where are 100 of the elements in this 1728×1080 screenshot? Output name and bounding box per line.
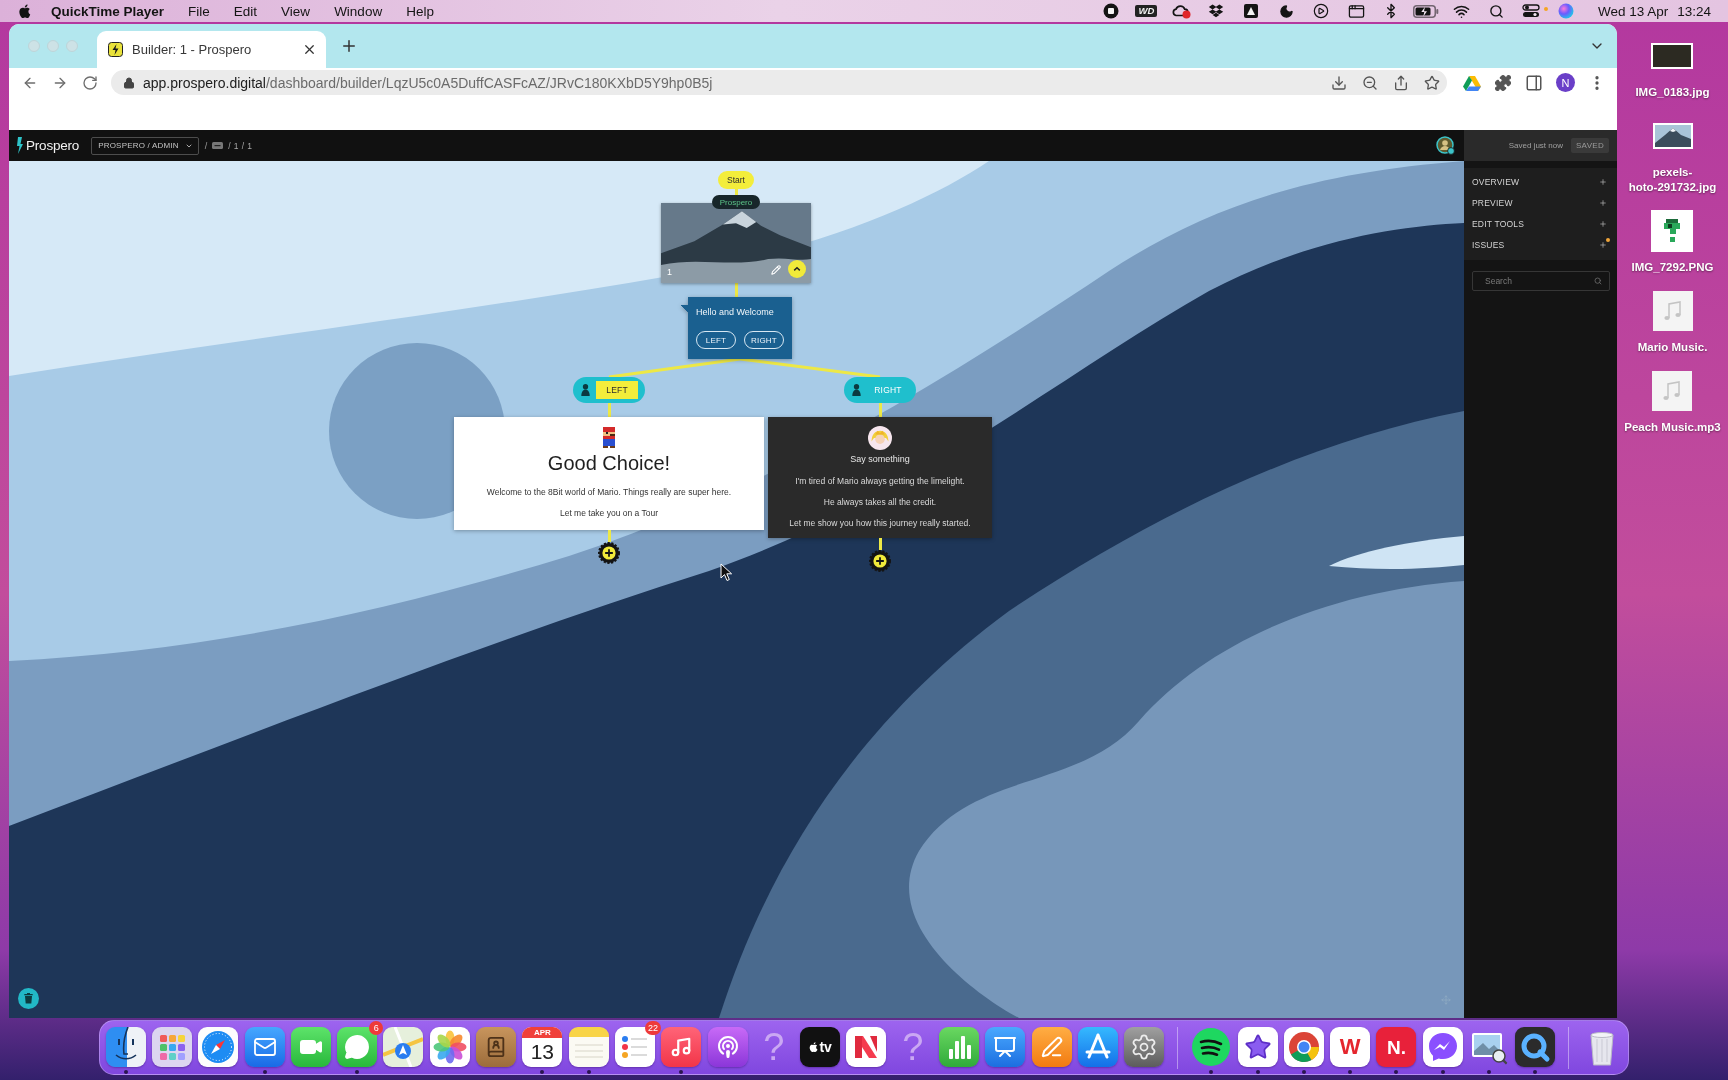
window-icon[interactable]	[1347, 2, 1365, 20]
caret-up-icon[interactable]	[788, 260, 806, 278]
tab-title: Builder: 1 - Prospero	[132, 42, 253, 57]
gear-icon[interactable]	[1124, 1027, 1165, 1067]
smiling-face-icon[interactable]	[105, 1027, 146, 1067]
puzzle-icon[interactable]	[1494, 73, 1512, 92]
toggles-icon[interactable]	[1522, 4, 1541, 18]
lock-icon	[123, 76, 135, 89]
section-header[interactable]: ISSUES	[1464, 234, 1617, 255]
section-header[interactable]: OVERVIEW	[1464, 171, 1617, 192]
plus-icon	[1599, 177, 1607, 186]
map-icon[interactable]	[383, 1027, 424, 1067]
plus-icon	[1599, 240, 1607, 249]
menu-bar-time[interactable]: 13:24	[1677, 3, 1711, 19]
menu-bar-date[interactable]: Wed 13 Apr	[1597, 3, 1669, 19]
notepad-icon[interactable]	[568, 1027, 609, 1067]
open-box-icon[interactable]	[1208, 3, 1225, 19]
branch-label[interactable]: LEFT	[596, 381, 638, 399]
breadcrumb-separator: /	[204, 140, 208, 151]
start-node[interactable]: Start	[718, 171, 754, 189]
workspace-dropdown[interactable]: PROSPERO / ADMIN	[91, 136, 199, 155]
tricolor-triangle-icon[interactable]	[1463, 74, 1481, 91]
menu-item[interactable]: View	[281, 3, 311, 19]
plus-circle-icon[interactable]	[598, 542, 620, 564]
plus-circle-icon[interactable]	[869, 550, 891, 572]
section-header[interactable]: PREVIEW	[1464, 192, 1617, 213]
round-avatar-icon	[868, 426, 892, 450]
stop-circle-icon[interactable]	[1103, 3, 1120, 19]
profile-button[interactable]: N	[1556, 73, 1575, 92]
flower-icon[interactable]	[429, 1027, 470, 1067]
minus-chip-icon[interactable]	[212, 142, 224, 149]
bar-chart-icon[interactable]	[939, 1027, 980, 1067]
app-grid-icon[interactable]	[152, 1027, 192, 1067]
menu-item[interactable]: File	[188, 3, 210, 19]
cloud-icon[interactable]	[1171, 3, 1192, 19]
user-avatar-icon[interactable]	[1436, 136, 1455, 155]
triangle-tile-icon[interactable]	[1243, 3, 1260, 19]
photo-placeholder[interactable]	[1651, 43, 1694, 69]
mountain-thumbnail[interactable]	[1652, 123, 1693, 149]
message-text: Hello and Welcome	[696, 307, 775, 318]
battery-icon[interactable]	[1413, 4, 1440, 18]
n-shape-logo-icon[interactable]	[846, 1027, 887, 1067]
pencil-icon[interactable]	[771, 265, 781, 275]
file-name[interactable]: Peach Music.mp3	[1624, 420, 1721, 435]
menu-item[interactable]: Help	[406, 3, 434, 19]
play-circle-icon[interactable]	[1313, 3, 1330, 19]
install-icon[interactable]	[1331, 74, 1347, 91]
a-shape-icon[interactable]	[1077, 1027, 1118, 1067]
bolt-favicon-icon	[108, 42, 123, 57]
file-name[interactable]: IMG_0183.jpg	[1635, 85, 1710, 100]
music-file-icon[interactable]	[1652, 371, 1693, 411]
browser-tab[interactable]: Builder: 1 - Prospero	[97, 31, 326, 68]
file-name[interactable]: pexels- hoto-291732.jpg	[1628, 165, 1717, 195]
moon-icon[interactable]	[1278, 3, 1294, 19]
apple-logo-icon	[808, 1041, 819, 1053]
sidebar-icon[interactable]	[1525, 73, 1543, 92]
file-name[interactable]: Mario Music.	[1637, 340, 1708, 355]
sound-waves-icon[interactable]	[1191, 1027, 1232, 1067]
reload-icon[interactable]	[82, 74, 98, 91]
calendar-app-button[interactable]: APR 13	[522, 1027, 563, 1067]
music-note-icon[interactable]	[661, 1027, 702, 1067]
breadcrumb-path[interactable]: / 1 / 1	[228, 140, 253, 151]
pixel-character-icon	[601, 427, 617, 448]
card-text: Let me show you how this journey really started.	[789, 518, 971, 528]
address-book-icon[interactable]	[476, 1027, 517, 1067]
presentation-board-icon[interactable]	[985, 1027, 1026, 1067]
speech-bubble-icon[interactable]	[337, 1027, 378, 1067]
letter-logo-button[interactable]: N.	[1376, 1027, 1417, 1067]
colorful-orb-icon[interactable]	[1558, 3, 1575, 19]
card-text: I'm tired of Mario always getting the limelight.	[795, 476, 965, 486]
music-file-icon[interactable]	[1652, 291, 1693, 331]
lightning-bubble-icon[interactable]	[1422, 1027, 1463, 1067]
bolt-logo-icon	[17, 137, 23, 154]
compass-icon[interactable]	[198, 1027, 239, 1067]
new-tab-icon[interactable]	[340, 37, 358, 55]
section-header[interactable]: EDIT TOOLS	[1464, 213, 1617, 234]
letter-logo-button[interactable]: W	[1330, 1027, 1371, 1067]
tv-app-button[interactable]: tv	[800, 1027, 841, 1067]
share-icon[interactable]	[1393, 74, 1409, 91]
card-title: Good Choice!	[547, 452, 671, 475]
zoom-out-icon[interactable]	[1362, 74, 1378, 91]
apple-logo-icon[interactable]	[17, 3, 31, 19]
trash-icon[interactable]	[18, 988, 39, 1009]
drive-badge[interactable]: WD	[1135, 5, 1158, 17]
app-menu-name[interactable]: QuickTime Player	[51, 3, 165, 19]
card-text: Let me take you on a Tour	[559, 508, 659, 518]
pen-icon[interactable]	[1031, 1027, 1072, 1067]
video-camera-icon[interactable]	[290, 1027, 331, 1067]
pixel-art-thumbnail[interactable]	[1651, 210, 1694, 252]
ring-with-tail-icon[interactable]	[1515, 1027, 1556, 1067]
podcast-icon[interactable]	[707, 1027, 748, 1067]
address-bar[interactable]: app.prospero.digital/dashboard/builder/LqzU5c0A5DuffCASFcAZ/JRvC180KXbD5Y9hp0B5j	[111, 70, 1447, 95]
menu-item[interactable]: Edit	[233, 3, 258, 19]
search-field[interactable]: Search	[1472, 271, 1610, 291]
bookmark-star-icon[interactable]	[1424, 74, 1440, 91]
search-icon[interactable]	[1488, 3, 1504, 19]
envelope-icon[interactable]	[244, 1027, 285, 1067]
close-tab-icon[interactable]	[302, 42, 317, 57]
menu-item[interactable]: Window	[334, 3, 383, 19]
file-name[interactable]: IMG_7292.PNG	[1631, 260, 1714, 275]
